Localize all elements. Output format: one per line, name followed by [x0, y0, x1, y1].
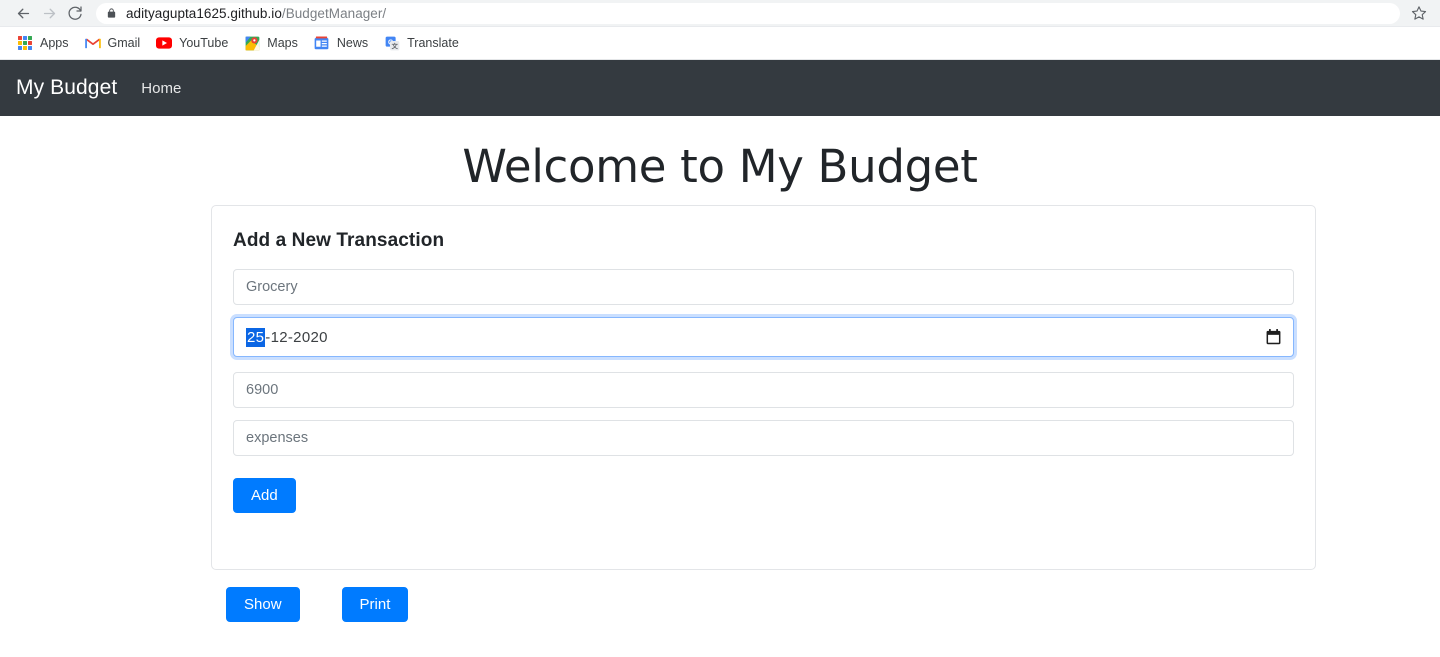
url-domain: adityagupta1625.github.io: [126, 5, 282, 21]
amount-input[interactable]: 6900: [233, 372, 1294, 408]
add-transaction-card: Add a New Transaction Grocery 25 -12-2020: [211, 205, 1316, 570]
news-icon: [314, 35, 330, 51]
card-title: Add a New Transaction: [233, 230, 445, 251]
address-bar[interactable]: adityagupta1625.github.io/BudgetManager/: [96, 2, 1400, 24]
bookmark-label: Apps: [40, 36, 69, 50]
youtube-icon: [156, 35, 173, 51]
date-input-value: 25 -12-2020: [246, 327, 328, 347]
bookmarks-bar: Apps Gmail YouTube Maps News 文 Translate: [0, 27, 1440, 60]
description-input[interactable]: Grocery: [233, 269, 1294, 305]
bookmark-youtube[interactable]: YouTube: [149, 31, 235, 55]
bookmark-translate[interactable]: G 文 Translate: [377, 31, 466, 55]
apps-grid-icon: [17, 35, 33, 51]
bookmark-label: Gmail: [107, 36, 141, 50]
forward-arrow-icon: [36, 1, 62, 25]
bookmark-label: Translate: [407, 36, 459, 50]
description-row: Grocery: [233, 269, 1294, 305]
show-button[interactable]: Show: [226, 587, 300, 623]
calendar-icon[interactable]: [1266, 329, 1281, 345]
reload-icon[interactable]: [62, 1, 88, 25]
bookmark-label: YouTube: [179, 36, 229, 50]
bookmark-star-icon[interactable]: [1406, 1, 1432, 25]
nav-link-home[interactable]: Home: [141, 80, 181, 97]
add-button-wrapper: Add: [233, 478, 1294, 514]
navbar-brand[interactable]: My Budget: [16, 76, 117, 100]
translate-icon: G 文: [384, 35, 400, 51]
type-row: expenses: [233, 420, 1294, 456]
add-button[interactable]: Add: [233, 478, 296, 514]
site-navbar: My Budget Home: [0, 60, 1440, 116]
bookmark-news[interactable]: News: [307, 31, 375, 55]
date-input[interactable]: 25 -12-2020: [233, 317, 1294, 357]
back-arrow-icon[interactable]: [10, 1, 36, 25]
bookmark-maps[interactable]: Maps: [237, 31, 305, 55]
bookmark-gmail[interactable]: Gmail: [78, 31, 148, 55]
lock-icon: [106, 7, 117, 19]
date-rest-segment[interactable]: -12-2020: [265, 329, 327, 346]
date-day-segment[interactable]: 25: [246, 327, 266, 347]
url-path: /BudgetManager/: [281, 5, 387, 21]
transaction-form: Grocery 25 -12-2020 6900 expenses Add: [212, 269, 1315, 514]
type-input[interactable]: expenses: [233, 420, 1294, 456]
print-button[interactable]: Print: [341, 587, 409, 623]
browser-toolbar: adityagupta1625.github.io/BudgetManager/: [0, 0, 1440, 27]
bookmark-label: News: [336, 36, 369, 50]
url-text: adityagupta1625.github.io/BudgetManager/: [126, 6, 386, 21]
page-title: Welcome to My Budget: [462, 140, 978, 193]
bookmark-apps[interactable]: Apps: [10, 31, 76, 55]
page-content: My Budget Home Welcome to My Budget Add …: [0, 60, 1440, 656]
gmail-icon: [84, 35, 101, 51]
action-buttons: Show Print: [226, 587, 409, 623]
maps-icon: [244, 35, 260, 51]
amount-row: 6900: [233, 372, 1294, 408]
bookmark-label: Maps: [267, 36, 298, 50]
